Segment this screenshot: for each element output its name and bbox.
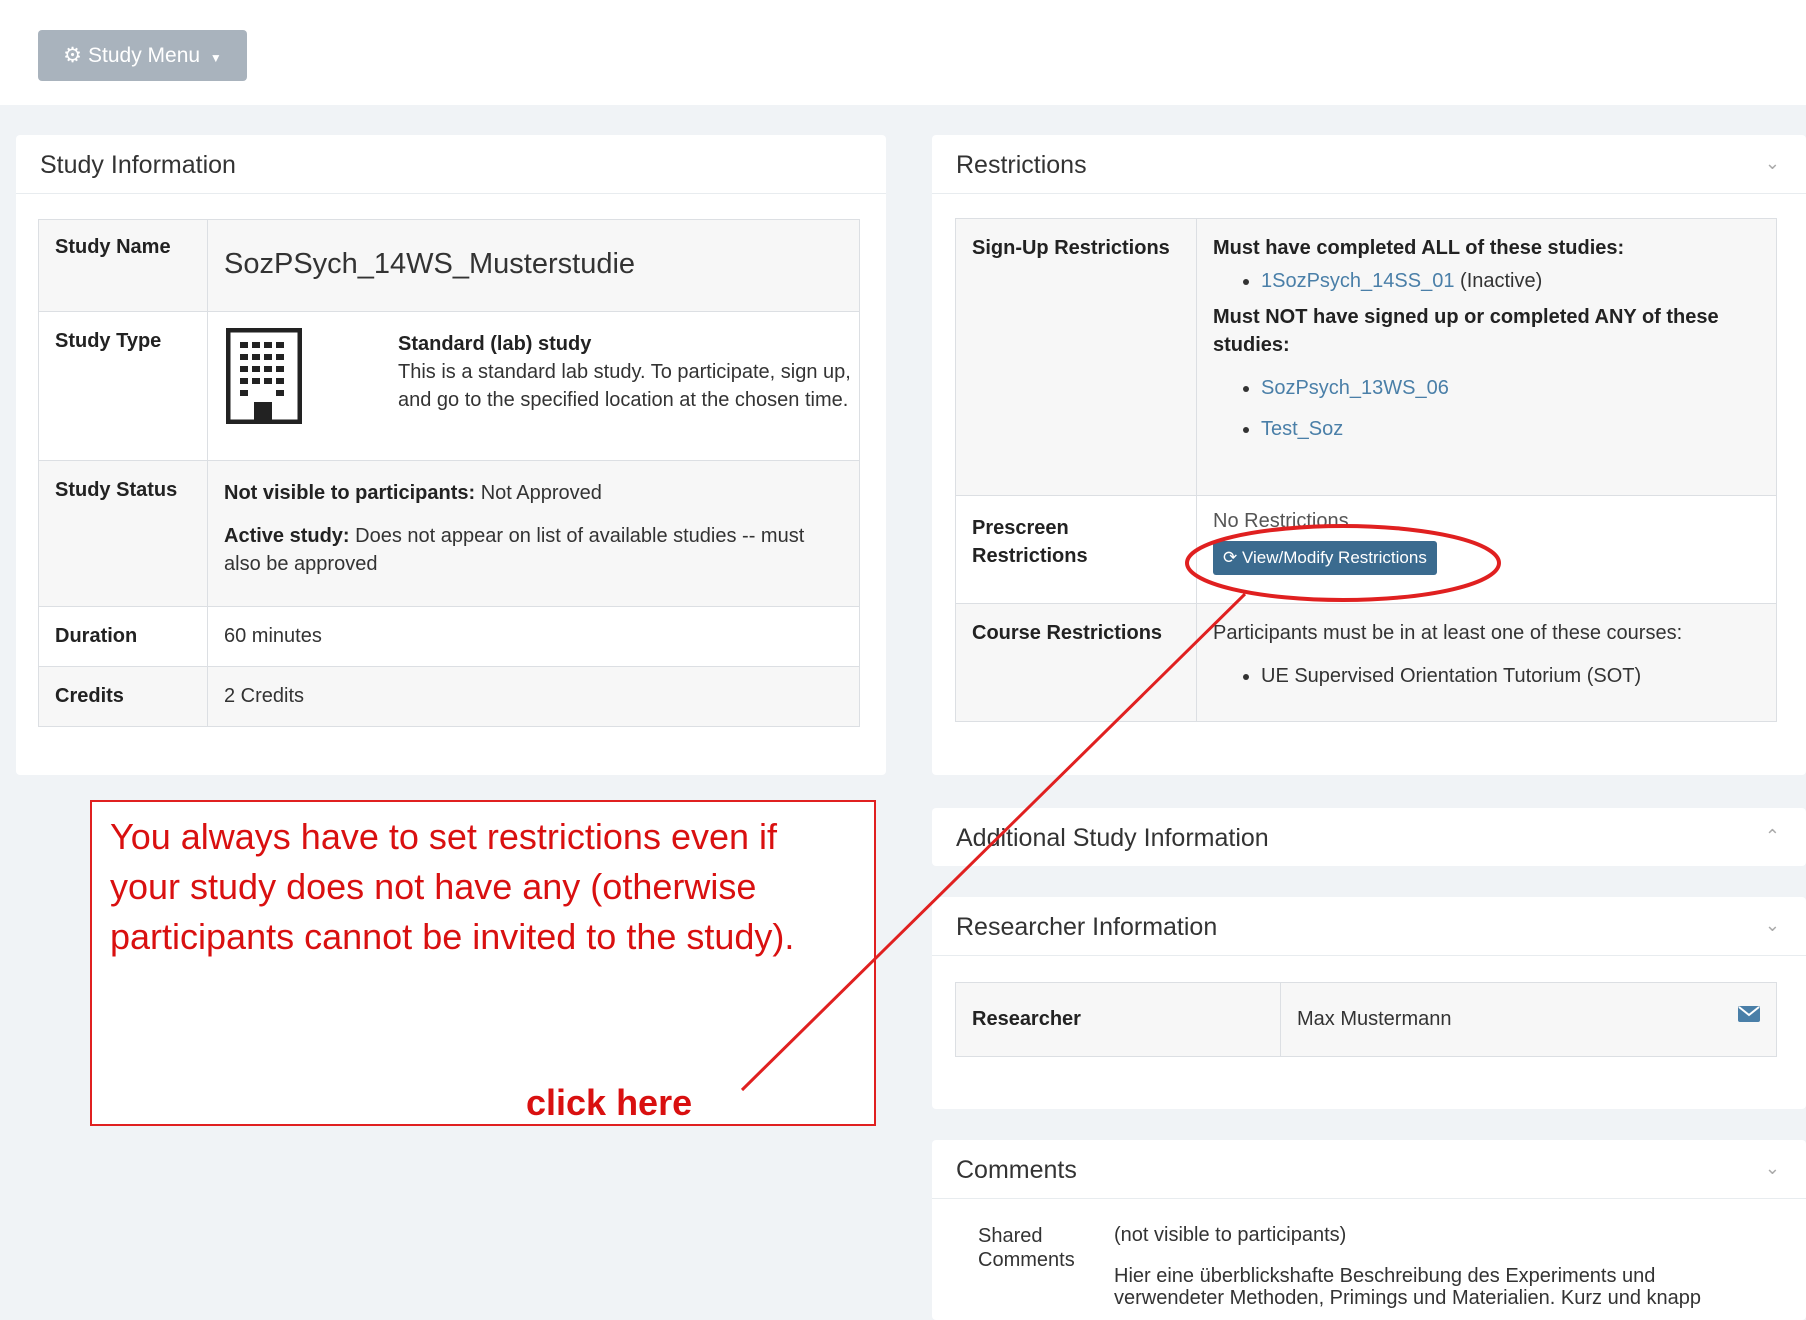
annotation-click-here: click here xyxy=(526,1082,693,1123)
study-name-value: SozPSych_14WS_Musterstudie xyxy=(207,219,860,312)
must-not-heading: Must NOT have signed up or completed ANY… xyxy=(1213,306,1719,356)
study-info-table: Study Name SozPSych_14WS_Musterstudie St… xyxy=(38,219,860,727)
list-item: UE Supervised Orientation Tutorium (SOT) xyxy=(1261,665,1760,688)
panel-header[interactable]: Additional Study Information ⌃ xyxy=(932,808,1806,866)
view-modify-label: View/Modify Restrictions xyxy=(1241,548,1427,567)
panel-title: Study Information xyxy=(40,151,236,179)
table-row: Study Status Not visible to participants… xyxy=(38,460,860,607)
credits-value: 2 Credits xyxy=(207,666,860,727)
study-type-title: Standard (lab) study xyxy=(398,333,592,355)
researcher-cell: Max Mustermann xyxy=(1280,982,1777,1057)
table-row: Duration 60 minutes xyxy=(38,606,860,667)
prescreen-restrictions-cell: No Restrictions ⟳ View/Modify Restrictio… xyxy=(1196,495,1777,604)
must-completed-heading: Must have completed ALL of these studies… xyxy=(1213,237,1625,259)
view-modify-restrictions-button[interactable]: ⟳ View/Modify Restrictions xyxy=(1213,541,1437,575)
building-icon xyxy=(225,327,303,425)
study-menu-button[interactable]: ⚙ Study Menu ▼ xyxy=(38,30,247,81)
panel-header[interactable]: Restrictions ⌄ xyxy=(932,135,1806,194)
study-status-cell: Not visible to participants: Not Approve… xyxy=(207,460,860,607)
annotation-text: You always have to set restrictions even… xyxy=(110,816,795,957)
panel-title: Additional Study Information xyxy=(956,824,1269,852)
signup-restrictions-cell: Must have completed ALL of these studies… xyxy=(1196,218,1777,496)
chevron-up-icon[interactable]: ⌃ xyxy=(1765,826,1780,847)
list-item: SozPsych_13WS_06 xyxy=(1261,377,1760,400)
chevron-down-icon[interactable]: ⌄ xyxy=(1765,153,1780,174)
envelope-icon[interactable] xyxy=(1738,1005,1760,1028)
study-name-label: Study Name xyxy=(38,219,208,312)
not-study-link[interactable]: SozPsych_13WS_06 xyxy=(1261,377,1449,399)
additional-study-info-panel[interactable]: Additional Study Information ⌃ xyxy=(932,808,1806,866)
duration-value: 60 minutes xyxy=(207,606,860,667)
chevron-down-icon[interactable]: ⌄ xyxy=(1765,1158,1780,1179)
table-row: Researcher Max Mustermann xyxy=(955,982,1777,1057)
chevron-down-icon[interactable]: ⌄ xyxy=(1765,915,1780,936)
restrictions-panel: Restrictions ⌄ Sign-Up Restrictions Must… xyxy=(932,135,1806,775)
shared-comments-text: Hier eine überblickshafte Beschreibung d… xyxy=(1114,1265,1701,1309)
shared-comments-label: Shared Comments xyxy=(978,1225,1075,1271)
study-status-label: Study Status xyxy=(38,460,208,607)
list-item: 1SozPsych_14SS_01 (Inactive) xyxy=(1261,270,1760,293)
course-restrictions-label: Course Restrictions xyxy=(955,603,1197,722)
panel-header[interactable]: Comments ⌄ xyxy=(932,1140,1806,1199)
caret-down-icon: ▼ xyxy=(209,51,222,65)
not-study-link[interactable]: Test_Soz xyxy=(1261,418,1343,440)
signup-restrictions-label: Sign-Up Restrictions xyxy=(955,218,1197,496)
top-toolbar: ⚙ Study Menu ▼ xyxy=(0,0,1806,105)
panel-title: Comments xyxy=(956,1156,1077,1184)
panel-header[interactable]: Researcher Information ⌄ xyxy=(932,897,1806,956)
refresh-icon: ⟳ xyxy=(1223,548,1238,567)
prescreen-value: No Restrictions xyxy=(1213,510,1349,532)
status-active-label: Active study: xyxy=(224,525,350,547)
completed-study-link[interactable]: 1SozPsych_14SS_01 xyxy=(1261,270,1454,292)
credits-label: Credits xyxy=(38,666,208,727)
annotation-callout: You always have to set restrictions even… xyxy=(90,800,876,1126)
table-row: Course Restrictions Participants must be… xyxy=(955,603,1777,722)
table-row: Sign-Up Restrictions Must have completed… xyxy=(955,218,1777,496)
status-visibility-value: Not Approved xyxy=(475,482,602,504)
gear-icon: ⚙ xyxy=(63,44,82,67)
list-item: Test_Soz xyxy=(1261,418,1760,441)
study-information-panel: Study Information Study Name SozPSych_14… xyxy=(16,135,886,775)
panel-title: Restrictions xyxy=(956,151,1087,179)
comments-visibility-note: (not visible to participants) xyxy=(1114,1224,1347,1246)
table-row: Credits 2 Credits xyxy=(38,666,860,727)
panel-title: Researcher Information xyxy=(956,913,1218,941)
study-type-cell: Standard (lab) study This is a standard … xyxy=(207,311,860,461)
prescreen-restrictions-label: Prescreen Restrictions xyxy=(955,495,1197,604)
study-menu-label: Study Menu xyxy=(88,44,201,67)
status-visibility-label: Not visible to participants: xyxy=(224,482,476,504)
study-type-description: This is a standard lab study. To partici… xyxy=(398,361,851,411)
researcher-label: Researcher xyxy=(955,982,1281,1057)
researcher-info-panel: Researcher Information ⌄ Researcher Max … xyxy=(932,897,1806,1109)
study-type-label: Study Type xyxy=(38,311,208,461)
researcher-name: Max Mustermann xyxy=(1297,1008,1452,1030)
comments-panel: Comments ⌄ Shared Comments (not visible … xyxy=(932,1140,1806,1320)
completed-studies-list: 1SozPsych_14SS_01 (Inactive) xyxy=(1213,270,1760,293)
course-restrictions-text: Participants must be in at least one of … xyxy=(1213,622,1683,644)
table-row: Prescreen Restrictions No Restrictions ⟳… xyxy=(955,495,1777,604)
table-row: Study Name SozPSych_14WS_Musterstudie xyxy=(38,219,860,312)
researcher-table: Researcher Max Mustermann xyxy=(955,982,1777,1057)
course-restrictions-cell: Participants must be in at least one of … xyxy=(1196,603,1777,722)
table-row: Study Type Standard (lab) study This is … xyxy=(38,311,860,461)
duration-label: Duration xyxy=(38,606,208,667)
completed-study-note: (Inactive) xyxy=(1460,270,1543,292)
panel-header: Study Information xyxy=(16,135,886,194)
restrictions-table: Sign-Up Restrictions Must have completed… xyxy=(955,218,1777,722)
not-studies-list: SozPsych_13WS_06 Test_Soz xyxy=(1213,377,1760,441)
courses-list: UE Supervised Orientation Tutorium (SOT) xyxy=(1213,665,1760,688)
